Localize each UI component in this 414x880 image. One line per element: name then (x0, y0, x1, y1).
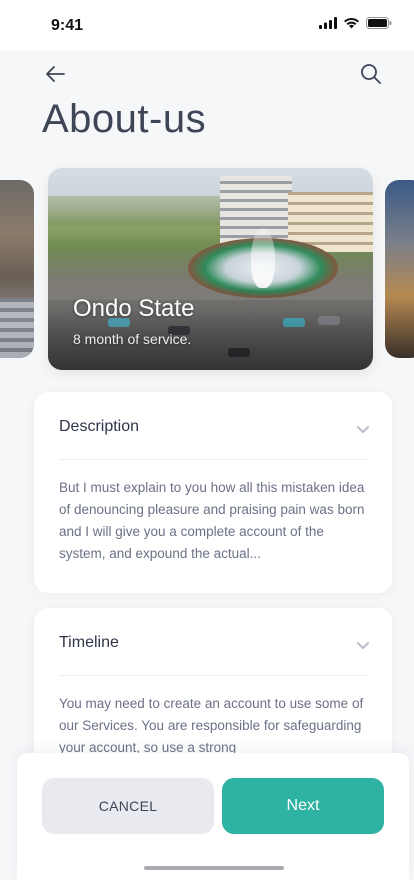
chevron-down-icon[interactable] (356, 424, 370, 434)
description-card: Description But I must explain to you ho… (34, 392, 392, 593)
description-accordion-header[interactable]: Description (59, 418, 370, 440)
back-arrow-icon[interactable] (44, 64, 66, 84)
photo-scenery (251, 228, 275, 288)
battery-icon (366, 17, 392, 29)
action-bar: CANCEL Next (17, 753, 409, 880)
service-duration: 8 month of service. (73, 331, 192, 347)
location-title: Ondo State (73, 295, 195, 322)
photo-overlay (48, 280, 373, 370)
divider (59, 459, 368, 460)
carousel-image-active[interactable]: Ondo State 8 month of service. (48, 168, 373, 370)
status-icons (319, 17, 392, 29)
carousel-image-previous[interactable] (0, 180, 34, 358)
signal-icon (319, 17, 337, 29)
home-indicator[interactable] (144, 866, 284, 870)
timeline-text: You may need to create an account to use… (59, 696, 364, 755)
page-title: About-us (42, 97, 207, 141)
divider (59, 675, 368, 676)
status-time: 9:41 (51, 17, 84, 34)
description-text: But I must explain to you how all this m… (59, 480, 365, 561)
carousel-image-next[interactable] (385, 180, 414, 358)
image-carousel[interactable]: Ondo State 8 month of service. (0, 168, 414, 372)
search-icon[interactable] (360, 63, 382, 85)
timeline-accordion-header[interactable]: Timeline (59, 634, 370, 656)
chevron-down-icon[interactable] (356, 640, 370, 650)
timeline-title: Timeline (59, 634, 119, 651)
cancel-button[interactable]: CANCEL (42, 778, 214, 834)
wifi-icon (344, 17, 359, 29)
description-title: Description (59, 418, 140, 435)
status-bar: 9:41 (0, 0, 414, 50)
next-button[interactable]: Next (222, 778, 384, 834)
